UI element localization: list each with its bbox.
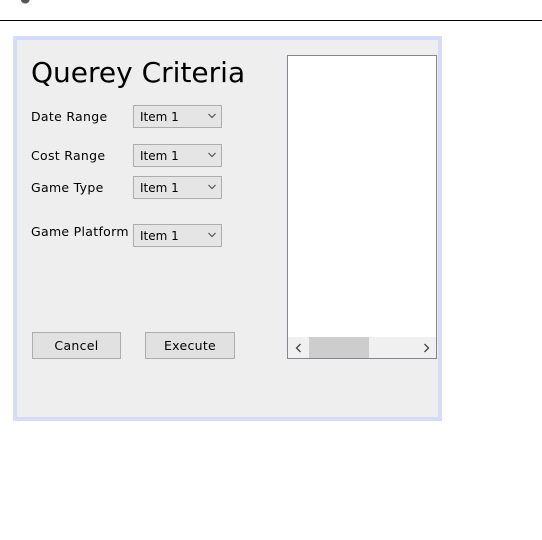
game-type-value: Item 1 [140, 181, 179, 195]
query-criteria-dialog: Querey Criteria Date Range Item 1 Cost R… [13, 36, 442, 421]
execute-button[interactable]: Execute [145, 332, 235, 359]
game-platform-value: Item 1 [140, 229, 179, 243]
scroll-thumb[interactable] [309, 337, 369, 358]
date-range-combobox[interactable]: Item 1 [133, 105, 222, 128]
game-platform-label: Game Platform [31, 224, 129, 239]
cancel-button[interactable]: Cancel [32, 332, 121, 359]
chevron-down-icon [208, 232, 216, 238]
chevron-down-icon [208, 184, 216, 190]
chevron-left-icon[interactable] [288, 337, 308, 358]
game-platform-combobox[interactable]: Item 1 [133, 224, 222, 247]
chevron-down-icon [208, 152, 216, 158]
background-window-strip: ● [0, 0, 542, 21]
dialog-content: Querey Criteria Date Range Item 1 Cost R… [17, 40, 438, 417]
date-range-value: Item 1 [140, 110, 179, 124]
results-list[interactable] [287, 55, 437, 359]
horizontal-scrollbar[interactable] [288, 337, 436, 358]
chevron-right-icon[interactable] [416, 337, 436, 358]
cost-range-combobox[interactable]: Item 1 [133, 144, 222, 167]
game-type-label: Game Type [31, 180, 104, 195]
game-type-combobox[interactable]: Item 1 [133, 176, 222, 199]
cost-range-label: Cost Range [31, 148, 106, 163]
cost-range-value: Item 1 [140, 149, 179, 163]
date-range-label: Date Range [31, 109, 108, 124]
chevron-down-icon [208, 113, 216, 119]
window-icon: ● [20, 0, 30, 5]
dialog-title: Querey Criteria [31, 56, 246, 89]
